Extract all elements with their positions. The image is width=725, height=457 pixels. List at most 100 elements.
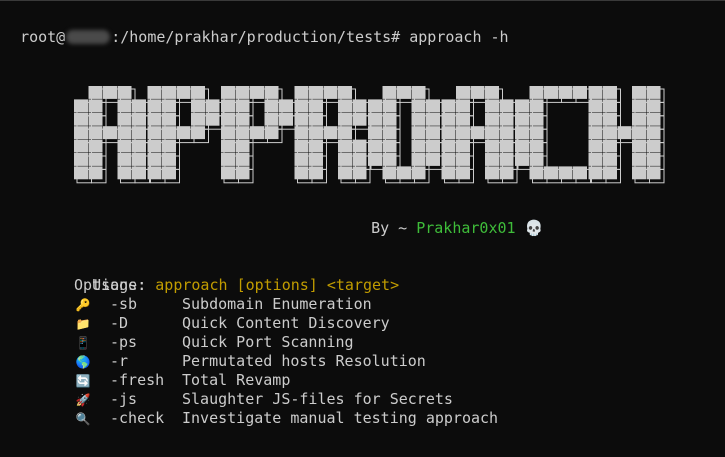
banner-block [235, 99, 250, 113]
banner-block [529, 99, 544, 113]
banner-block [558, 86, 573, 99]
option-description: Subdomain Enumeration [182, 295, 372, 313]
banner-block [382, 153, 397, 166]
banner-block [309, 99, 323, 113]
banner-block [191, 99, 205, 113]
banner-block [456, 126, 470, 140]
banner-block [603, 99, 617, 113]
banner-block [162, 139, 176, 153]
banner-block [117, 86, 132, 99]
banner-block [162, 166, 176, 180]
banner-block [499, 166, 514, 180]
rocket-icon: 🚀 [75, 393, 91, 407]
banner-block [74, 166, 88, 180]
banner-block [88, 153, 103, 166]
banner-block [368, 126, 382, 140]
banner-block [132, 99, 146, 113]
banner-block [368, 139, 382, 153]
key-icon: 🔑 [75, 298, 91, 312]
banner-block [117, 112, 132, 126]
banner-block [74, 153, 88, 166]
banner-block [221, 166, 235, 180]
usage-syntax: approach [options] <target> [155, 276, 400, 294]
banner-block [515, 99, 529, 113]
banner-block [426, 139, 440, 153]
banner-block [544, 166, 558, 180]
banner-block [264, 99, 279, 113]
banner-block [617, 126, 632, 140]
banner-block [426, 153, 440, 166]
banner-block [235, 166, 250, 180]
banner-block [573, 166, 587, 180]
option-flag: -ps [110, 333, 138, 351]
banner-block [117, 99, 132, 113]
banner-block [456, 86, 470, 99]
banner-block [221, 139, 235, 153]
banner-block [88, 139, 103, 153]
option-description: Total Revamp [182, 371, 291, 389]
option-flag: -js [110, 390, 138, 408]
banner-block [499, 99, 514, 113]
banner-block [352, 139, 367, 153]
banner-block [352, 166, 367, 180]
banner-block [368, 153, 382, 166]
banner-block [74, 99, 88, 113]
banner-block [103, 126, 117, 140]
banner-block [529, 126, 544, 140]
banner-block [323, 126, 338, 140]
banner-block [515, 112, 529, 126]
banner-block [264, 126, 279, 140]
banner-block [147, 112, 162, 126]
banner-block [235, 153, 250, 166]
ascii-art-banner [74, 86, 665, 184]
folder-icon: 📁 [75, 317, 91, 331]
banner-block [162, 153, 176, 166]
banner-block [117, 139, 132, 153]
banner-block [132, 166, 146, 180]
banner-letter [74, 86, 150, 184]
globe-icon: 🌎 [75, 355, 91, 369]
byline: By ~ Prakhar0x01 💀 [353, 200, 543, 237]
banner-block [573, 86, 587, 99]
banner-block [147, 99, 162, 113]
banner-block [74, 112, 88, 126]
banner-block [646, 112, 661, 126]
banner-block [88, 86, 103, 99]
banner-block [456, 99, 470, 113]
banner-block [323, 86, 338, 99]
banner-block [485, 99, 499, 113]
banner-block [441, 139, 456, 153]
banner-block [176, 86, 191, 99]
banner-letter [588, 86, 665, 184]
banner-block [74, 126, 88, 140]
skull-icon: 💀 [524, 219, 544, 237]
banner-block [147, 166, 162, 180]
banner-block [147, 139, 162, 153]
banner-block [132, 153, 146, 166]
banner-block [338, 153, 352, 166]
banner-block [235, 126, 250, 140]
banner-block [441, 166, 456, 180]
banner-block [352, 99, 367, 113]
banner-block [588, 139, 603, 153]
banner-block [411, 99, 426, 113]
banner-block [499, 153, 514, 166]
banner-block [294, 153, 309, 166]
banner-block [368, 99, 382, 113]
banner-block [221, 153, 235, 166]
banner-block [588, 153, 603, 166]
banner-block [338, 139, 352, 153]
option-description: Quick Content Discovery [182, 314, 390, 332]
banner-block [205, 112, 220, 126]
banner-block [382, 99, 397, 113]
option-row: 📁 -D Quick Content Discovery [74, 314, 390, 333]
phone-icon: 📱 [75, 336, 91, 350]
banner-block [382, 126, 397, 140]
banner-block [441, 112, 456, 126]
banner-block [515, 153, 529, 166]
banner-block [162, 99, 176, 113]
banner-block [264, 112, 279, 126]
banner-block [470, 86, 485, 99]
banner-block [382, 86, 397, 99]
banner-block [352, 153, 367, 166]
